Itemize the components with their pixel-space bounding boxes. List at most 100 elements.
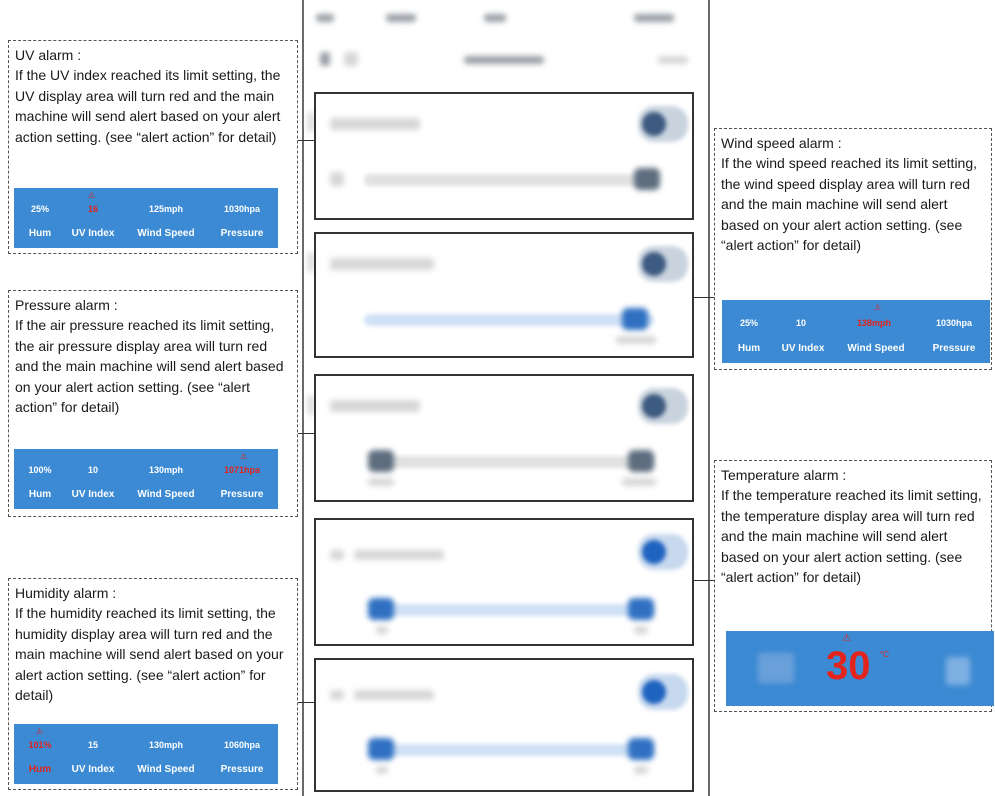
temperature-value: 30 xyxy=(826,644,871,688)
leader-line-humidity xyxy=(298,702,314,703)
uv-index-value: 15 xyxy=(87,740,98,750)
uv-alarm-title: UV alarm : xyxy=(15,47,82,63)
temperature-unit: °C xyxy=(880,650,889,659)
pressure-range-slider[interactable] xyxy=(376,456,654,468)
temperature-range-slider[interactable] xyxy=(376,604,654,616)
wind-speed-value: 130mph xyxy=(148,740,183,750)
setting-label xyxy=(330,400,420,412)
humidity-alarm-toggle[interactable] xyxy=(638,674,688,710)
status-bar-item xyxy=(484,14,506,22)
humidity-label: Hum xyxy=(737,343,761,354)
back-icon[interactable] xyxy=(320,52,330,66)
status-bar-item xyxy=(386,14,416,22)
humidity-value: 25% xyxy=(30,204,49,214)
pressure-label: Pressure xyxy=(220,228,264,239)
status-bar-item xyxy=(316,14,334,22)
uv-setting-card[interactable] xyxy=(314,92,694,220)
pressure-alarm-toggle[interactable] xyxy=(638,388,688,424)
warning-icon: ⚠ xyxy=(88,191,96,200)
setting-label xyxy=(330,258,434,270)
humidity-label: Hum xyxy=(28,228,52,239)
wind-speed-value: 125mph xyxy=(148,204,183,214)
slider-value xyxy=(616,336,656,344)
slider-handle-max[interactable] xyxy=(628,598,654,620)
leader-line-wind xyxy=(694,297,714,298)
setting-label xyxy=(354,690,434,700)
warning-icon: ⚠ xyxy=(240,452,248,461)
humidity-value: 100% xyxy=(28,465,52,475)
wind-status-strip: ⚠ 25% 10 138mph 1030hpa Hum UV Index Win… xyxy=(722,300,990,363)
warning-icon: ⚠ xyxy=(874,303,882,312)
humidity-range-slider[interactable] xyxy=(376,744,654,756)
humidity-setting-card[interactable] xyxy=(314,658,694,792)
slider-handle-min[interactable] xyxy=(368,598,394,620)
pressure-alarm-description: If the air pressure reached its limit se… xyxy=(15,317,284,415)
warning-icon: ⚠ xyxy=(36,727,44,736)
temperature-alarm-description: If the temperature reached its limit set… xyxy=(721,487,982,585)
wind-limit-slider[interactable] xyxy=(364,314,654,326)
uv-index-label: UV Index xyxy=(781,343,825,354)
slider-handle-max[interactable] xyxy=(628,738,654,760)
humidity-label: Hum xyxy=(28,764,52,775)
humidity-alarm-description: If the humidity reached its limit settin… xyxy=(15,605,284,703)
wind-alarm-description: If the wind speed reached its limit sett… xyxy=(721,155,978,253)
wind-speed-label: Wind Speed xyxy=(847,343,905,354)
pressure-label: Pressure xyxy=(220,764,264,775)
pressure-alarm-title: Pressure alarm : xyxy=(15,297,118,313)
uv-index-value: 10 xyxy=(87,465,98,475)
wind-speed-label: Wind Speed xyxy=(137,764,195,775)
wind-speed-label: Wind Speed xyxy=(137,228,195,239)
slider-handle-min[interactable] xyxy=(368,450,394,472)
humidity-value: 101% xyxy=(28,740,52,750)
wind-speed-value: 138mph xyxy=(856,318,891,328)
uv-index-label: UV Index xyxy=(71,228,115,239)
wind-speed-label: Wind Speed xyxy=(137,489,195,500)
uv-index-label: UV Index xyxy=(71,489,115,500)
wind-setting-card[interactable] xyxy=(314,232,694,358)
slider-min-value xyxy=(368,478,394,486)
uv-limit-slider[interactable] xyxy=(364,174,654,186)
indoor-icon xyxy=(946,657,970,685)
setting-icon xyxy=(330,550,344,560)
setting-label xyxy=(354,550,444,560)
slider-handle[interactable] xyxy=(622,308,648,330)
setting-icon xyxy=(330,690,344,700)
humidity-value: 25% xyxy=(739,318,758,328)
menu-icon[interactable] xyxy=(344,52,358,66)
uv-index-value: 16 xyxy=(87,204,98,214)
wind-speed-value: 130mph xyxy=(148,465,183,475)
leader-line-pressure xyxy=(298,433,314,434)
slider-handle[interactable] xyxy=(634,168,660,190)
uv-index-value: 10 xyxy=(795,318,806,328)
pressure-value: 1060hpa xyxy=(223,740,261,750)
slider-max-value xyxy=(634,626,648,634)
uv-alarm-toggle[interactable] xyxy=(638,106,688,142)
slider-handle-max[interactable] xyxy=(628,450,654,472)
status-bar-item xyxy=(634,14,674,22)
wind-alarm-toggle[interactable] xyxy=(638,246,688,282)
humidity-alarm-title: Humidity alarm : xyxy=(15,585,117,601)
temperature-setting-card[interactable] xyxy=(314,518,694,646)
leader-line-temperature xyxy=(694,580,714,581)
wind-alarm-title: Wind speed alarm : xyxy=(721,135,842,151)
leader-line-uv xyxy=(298,140,314,141)
uv-status-strip: ⚠ 25% 16 125mph 1030hpa Hum UV Index Win… xyxy=(14,188,278,248)
temperature-alarm-title: Temperature alarm : xyxy=(721,467,847,483)
uv-index-label: UV Index xyxy=(71,764,115,775)
pressure-label: Pressure xyxy=(220,489,264,500)
pressure-label: Pressure xyxy=(932,343,976,354)
humidity-label: Hum xyxy=(28,489,52,500)
humidity-status-strip: ⚠ 101% 15 130mph 1060hpa Hum UV Index Wi… xyxy=(14,724,278,784)
setting-icon xyxy=(330,172,344,186)
pressure-setting-card[interactable] xyxy=(314,374,694,502)
slider-handle-min[interactable] xyxy=(368,738,394,760)
slider-max-value xyxy=(634,766,648,774)
pressure-status-strip: ⚠ 100% 10 130mph 1071hpa Hum UV Index Wi… xyxy=(14,449,278,509)
save-button[interactable] xyxy=(658,56,688,64)
slider-min-value xyxy=(376,766,388,774)
setting-label xyxy=(330,118,420,130)
temperature-alarm-toggle[interactable] xyxy=(638,534,688,570)
weather-icon xyxy=(758,653,794,683)
pressure-value: 1030hpa xyxy=(223,204,261,214)
pressure-value: 1071hpa xyxy=(223,465,261,475)
